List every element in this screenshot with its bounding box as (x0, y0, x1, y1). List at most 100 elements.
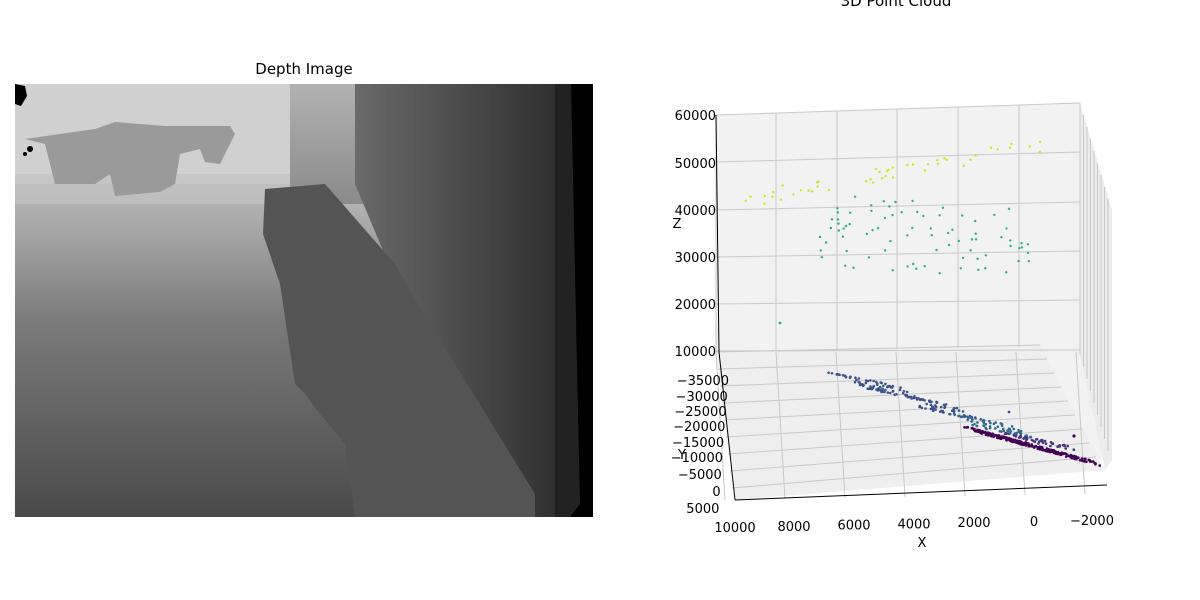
point-low (1010, 425, 1014, 428)
point-low (881, 387, 884, 391)
z-tick-label: 30000 (675, 251, 716, 266)
point-low (949, 413, 952, 416)
point-mid (1005, 227, 1008, 230)
point-low-dense (997, 434, 1001, 437)
point-low (1033, 440, 1037, 444)
point-low-dense (1014, 439, 1018, 443)
floor-pane (716, 345, 1105, 500)
point-low (984, 426, 987, 430)
point-low (1007, 410, 1011, 414)
point-low-dense (983, 431, 987, 435)
point-low (910, 395, 913, 399)
point-low (913, 395, 916, 398)
point-low (939, 410, 942, 414)
point-mid (906, 234, 909, 237)
point-mid (974, 219, 977, 223)
point-low-dense (980, 432, 983, 435)
y-tick-label: −5000 (678, 468, 722, 483)
point-low-dense (1048, 448, 1051, 452)
point-low-dense (999, 437, 1002, 441)
point-low (955, 406, 959, 410)
point-mid (1000, 236, 1003, 239)
point-mid (984, 267, 987, 270)
point-mid (911, 199, 914, 203)
point-low-dense (1074, 456, 1077, 460)
point-low (932, 406, 935, 410)
point-mid (818, 235, 822, 239)
point-low (869, 379, 872, 382)
point-mid (929, 227, 932, 230)
point-low (988, 426, 992, 430)
point-mid (894, 200, 897, 204)
point-high (763, 202, 766, 205)
y-tick-label: −30000 (676, 390, 728, 405)
point-mid (922, 214, 925, 218)
point-low (1014, 435, 1018, 438)
point-mid (961, 256, 965, 260)
point-low-dense (1077, 456, 1080, 460)
point-high (1010, 142, 1013, 146)
point-high (792, 193, 795, 196)
point-low (878, 385, 882, 389)
point-mid (853, 195, 857, 198)
point-low (844, 376, 848, 379)
point-high (906, 163, 909, 167)
point-high (1038, 140, 1042, 144)
y-tick-label: −35000 (677, 374, 729, 389)
point-low (886, 385, 889, 389)
point-high (874, 167, 878, 171)
z-tick-label: 50000 (675, 157, 716, 172)
point-mid (1020, 242, 1023, 245)
point-mid (916, 210, 919, 214)
point-low (967, 417, 970, 420)
point-low (901, 391, 905, 395)
point-low (864, 381, 868, 385)
point-high (943, 157, 946, 160)
x-tick-label: 0 (1030, 515, 1038, 530)
point-low (1009, 430, 1013, 433)
point-low-dense (1017, 440, 1020, 444)
point-high (974, 154, 977, 157)
point-low (841, 374, 845, 377)
point-low (853, 380, 857, 384)
point-low (891, 390, 895, 393)
point-mid (876, 227, 880, 230)
point-low-dense (966, 425, 970, 429)
point-high (864, 180, 868, 183)
point-low (942, 411, 945, 414)
point-mid (935, 248, 938, 252)
point-low-dense (1040, 448, 1043, 451)
point-low (1051, 442, 1055, 445)
point-high (878, 170, 881, 174)
point-low-dense (1024, 442, 1028, 446)
point-low (1064, 447, 1067, 450)
point-low (962, 414, 966, 417)
point-cloud-plot: 600005000040000300002000010000−35000−300… (671, 102, 1114, 551)
point-low (838, 373, 841, 377)
point-low (992, 422, 996, 426)
point-low (888, 391, 892, 395)
point-low (875, 380, 878, 384)
point-high (771, 195, 774, 199)
point-low (876, 389, 880, 392)
point-high (962, 164, 965, 167)
point-high (891, 166, 894, 169)
point-low-dense (1030, 443, 1034, 446)
point-low (1013, 432, 1017, 435)
point-low-dense (987, 432, 990, 435)
point-mid (888, 205, 891, 208)
point-low (1004, 432, 1008, 435)
point-low-dense (1008, 437, 1012, 441)
point-mid (974, 238, 978, 241)
point-low (953, 413, 956, 417)
point-low-dense (1059, 453, 1062, 457)
point-low (835, 373, 838, 376)
point-low (952, 407, 956, 410)
point-high (911, 163, 915, 166)
point-mid (870, 204, 873, 207)
point-low (933, 404, 937, 407)
z-tick-label: 10000 (675, 345, 716, 360)
point-high (816, 185, 819, 188)
point-mid (993, 213, 996, 217)
point-low (1044, 442, 1048, 446)
